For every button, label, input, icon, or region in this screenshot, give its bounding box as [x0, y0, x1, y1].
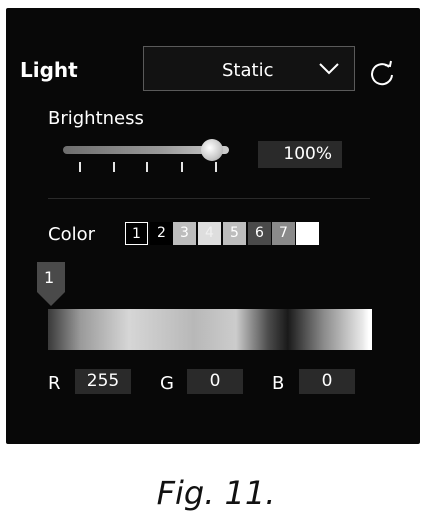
g-channel-input[interactable]: 0: [187, 369, 243, 394]
brightness-slider-thumb[interactable]: [201, 139, 223, 161]
slider-tick: [215, 162, 217, 172]
b-channel-input[interactable]: 0: [299, 369, 355, 394]
color-swatch-6[interactable]: 6: [248, 222, 271, 245]
color-gradient-bar[interactable]: [48, 309, 372, 350]
color-swatch-1[interactable]: 1: [125, 222, 148, 245]
color-swatch-4[interactable]: 4: [198, 222, 221, 245]
color-swatch-2[interactable]: 2: [150, 222, 173, 245]
g-channel-label: G: [160, 373, 174, 394]
slider-tick: [146, 162, 148, 172]
color-swatch-5[interactable]: 5: [223, 222, 246, 245]
figure-caption: Fig. 11.: [156, 474, 276, 512]
slider-tick: [181, 162, 183, 172]
slider-tick: [79, 162, 81, 172]
color-label: Color: [48, 224, 95, 245]
active-marker-label: 1: [44, 268, 55, 287]
color-swatch-3[interactable]: 3: [173, 222, 196, 245]
mode-dropdown-value: Static: [222, 60, 274, 81]
color-swatch-white[interactable]: [296, 222, 319, 245]
panel-title: Light: [20, 58, 78, 82]
brightness-value-field[interactable]: 100%: [258, 141, 342, 168]
gradient-end-marker: [370, 309, 372, 350]
r-channel-label: R: [48, 373, 61, 394]
refresh-icon[interactable]: [367, 60, 397, 92]
color-swatch-7[interactable]: 7: [272, 222, 295, 245]
section-divider: [48, 198, 370, 199]
chevron-down-icon: [318, 61, 340, 80]
b-channel-label: B: [272, 373, 285, 394]
slider-tick: [113, 162, 115, 172]
brightness-label: Brightness: [48, 108, 144, 129]
mode-dropdown[interactable]: Static: [143, 46, 355, 91]
r-channel-input[interactable]: 255: [75, 369, 131, 394]
